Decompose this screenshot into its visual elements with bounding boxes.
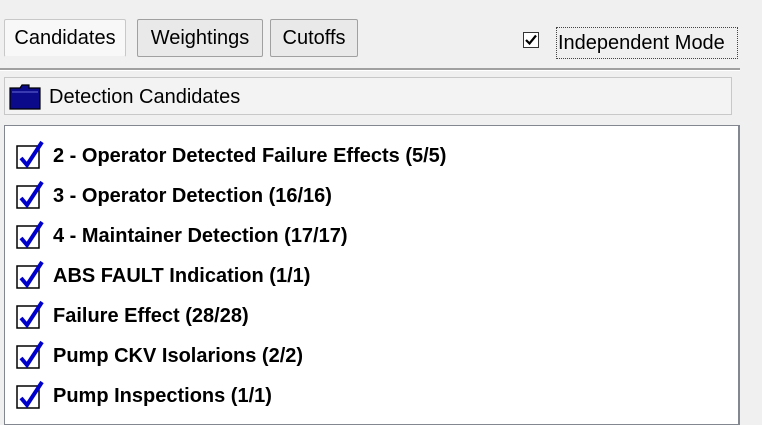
candidate-label: Failure Effect (28/28)	[53, 305, 249, 327]
tab-weightings[interactable]: Weightings	[137, 19, 263, 57]
independent-mode-label[interactable]: Independent Mode	[556, 27, 738, 59]
panel-title: Detection Candidates	[49, 86, 241, 108]
panel-header: Detection Candidates	[4, 77, 732, 115]
candidate-label: ABS FAULT Indication (1/1)	[53, 265, 311, 287]
folder-icon	[9, 84, 41, 110]
candidate-label: 2 - Operator Detected Failure Effects (5…	[53, 145, 447, 167]
checkbox-checked-icon[interactable]	[15, 300, 45, 330]
checkbox-checked-icon[interactable]	[15, 220, 45, 250]
checkbox-checked-icon[interactable]	[523, 32, 539, 48]
checkbox-checked-icon[interactable]	[15, 180, 45, 210]
divider	[0, 68, 740, 71]
candidate-list: 2 - Operator Detected Failure Effects (5…	[4, 125, 740, 425]
checkbox-checked-icon[interactable]	[15, 380, 45, 410]
candidate-label: Pump CKV Isolarions (2/2)	[53, 345, 304, 367]
candidate-label: 3 - Operator Detection (16/16)	[53, 185, 332, 207]
checkbox-checked-icon[interactable]	[15, 140, 45, 170]
tab-candidates[interactable]: Candidates	[4, 19, 126, 57]
candidate-label: Pump Inspections (1/1)	[53, 385, 272, 407]
checkbox-checked-icon[interactable]	[15, 340, 45, 370]
tab-cutoffs[interactable]: Cutoffs	[270, 19, 358, 57]
candidate-label: 4 - Maintainer Detection (17/17)	[53, 225, 348, 247]
checkbox-checked-icon[interactable]	[15, 260, 45, 290]
